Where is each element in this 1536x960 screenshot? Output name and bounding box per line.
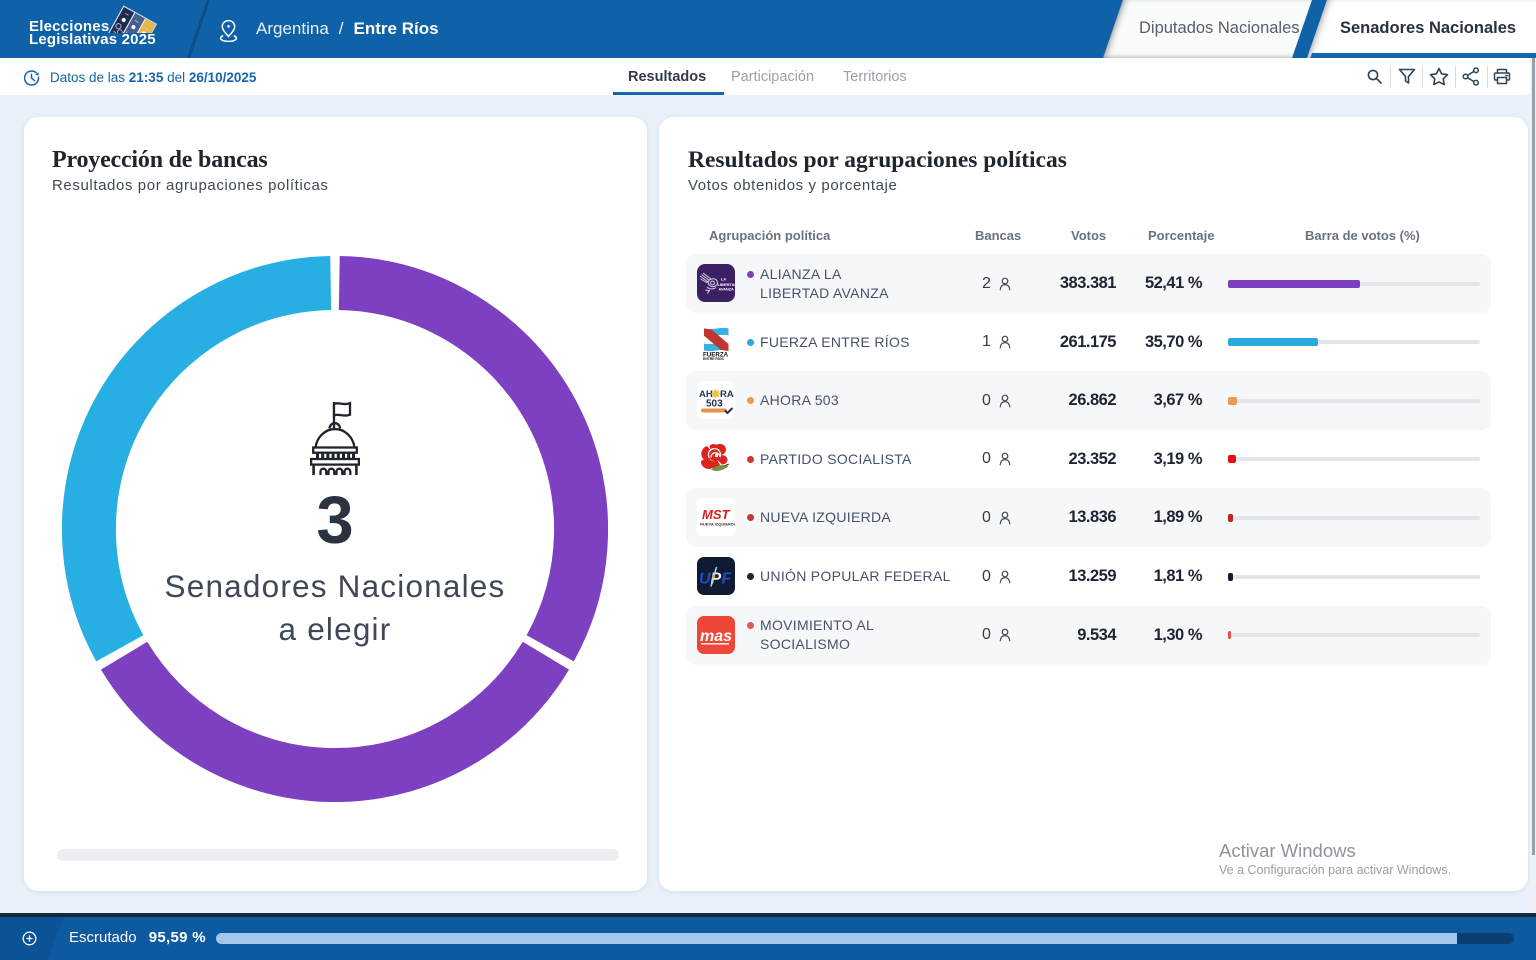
svg-text:MST: MST: [702, 507, 731, 522]
svg-text:LIBERTAD: LIBERTAD: [718, 282, 736, 287]
svg-text:ENTRE RÍOS: ENTRE RÍOS: [703, 356, 724, 361]
svg-text:503: 503: [706, 399, 723, 410]
svg-text:U: U: [699, 571, 711, 588]
svg-text:NUEVA IZQUIERDA: NUEVA IZQUIERDA: [700, 522, 735, 527]
svg-text:F: F: [722, 571, 733, 588]
svg-text:LA: LA: [721, 278, 726, 282]
svg-text:AVANZA: AVANZA: [719, 288, 735, 292]
svg-text:mas: mas: [700, 628, 732, 645]
